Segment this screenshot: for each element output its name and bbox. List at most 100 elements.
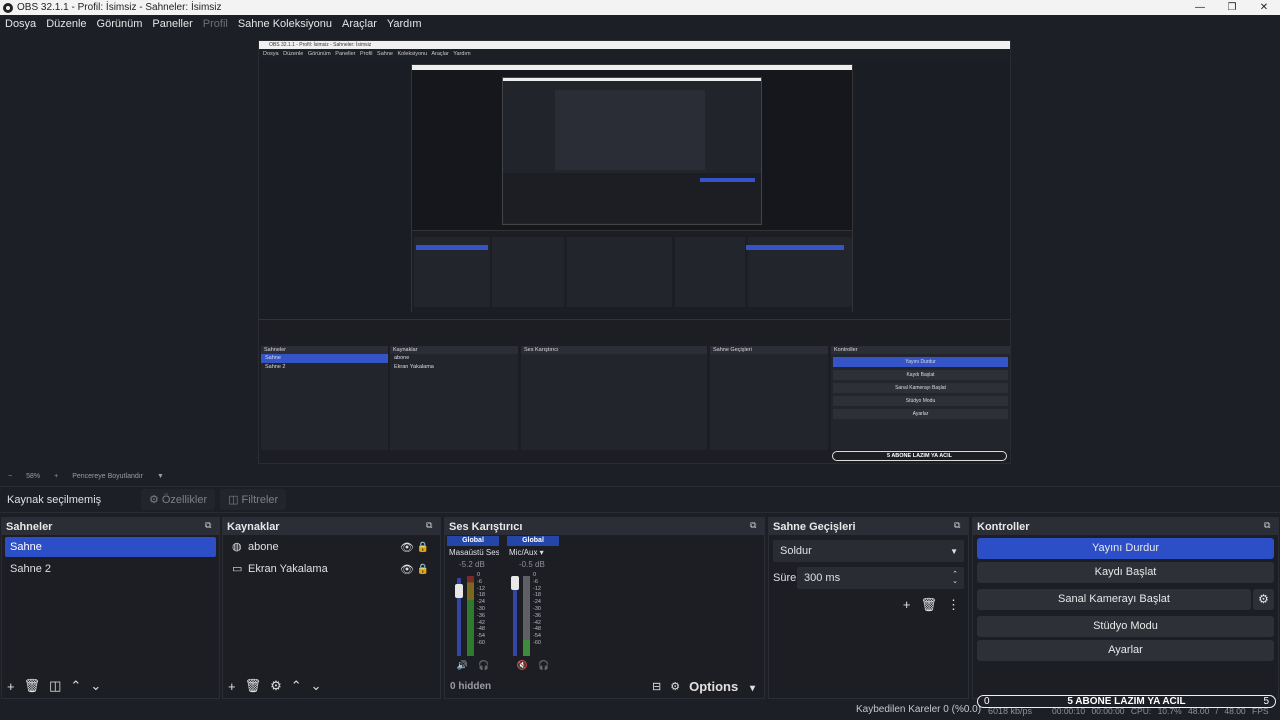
gear-icon[interactable]: ⚙ [270, 678, 282, 694]
preview-scenes-dock: Sahneler Sahne Sahne 2 [261, 346, 388, 450]
move-up-icon[interactable]: ⌃ [291, 678, 302, 694]
duration-spinbox[interactable]: 300 ms ⌃ ⌄ [797, 567, 964, 589]
preview-window-title: OBS 32.1.1 - Profil: İsimsiz - Sahneler:… [259, 41, 1010, 49]
speaker-icon[interactable]: 🔊 [457, 660, 468, 674]
close-button[interactable]: ✕ [1248, 0, 1280, 15]
menu-paneller[interactable]: Paneller [152, 18, 192, 30]
scenes-title: Sahneler [6, 520, 53, 533]
headphones-icon[interactable]: 🎧 [538, 660, 549, 674]
undock-icon[interactable]: ⧉ [750, 520, 760, 530]
channel-name[interactable]: Masaüstü Ses ▾ [447, 546, 499, 559]
start-virtual-camera-button[interactable]: Sanal Kamerayı Başlat [977, 589, 1251, 610]
scene-item[interactable]: Sahne [5, 537, 216, 557]
controls-dock-header: Kontroller ⧉ [973, 518, 1278, 535]
studio-mode-button[interactable]: Stüdyo Modu [977, 616, 1274, 637]
sources-dock: Kaynaklar ⧉ ◍ abone 👁 🔒 ▭ Ekran Yakalama… [222, 517, 441, 699]
duration-label: Süre [773, 572, 797, 584]
add-scene-icon[interactable]: + [7, 679, 15, 694]
add-icon[interactable]: + [903, 597, 911, 613]
meter-ticks: 0 -6 -12 -18 -24 -30 -36 -42 -48 -54 -60 [533, 572, 541, 646]
filters-label: Filtreler [241, 493, 279, 506]
preview-deep-window [502, 77, 762, 225]
filter-icon[interactable]: ◫ [49, 678, 61, 694]
menu-gorunum[interactable]: Görünüm [97, 18, 143, 30]
menu-araclar[interactable]: Araçlar [342, 18, 377, 30]
undock-icon[interactable]: ⧉ [205, 520, 215, 530]
preview-canvas[interactable]: OBS 32.1.1 - Profil: İsimsiz - Sahneler:… [258, 40, 1011, 464]
gear-icon[interactable]: ⚙ [670, 680, 680, 693]
mixer-title: Ses Karıştırıcı [449, 520, 523, 533]
add-source-icon[interactable]: + [228, 679, 236, 694]
mixer-channel-mic: Global Mic/Aux ▾ -0.5 dB 0 -6 -12 -18 -24 -30… [507, 536, 559, 674]
scenes-dock-header: Sahneler ⧉ [2, 518, 219, 535]
source-label: abone [248, 541, 279, 553]
eye-icon[interactable]: 👁 [400, 563, 414, 576]
transition-select[interactable]: Soldur ▼ [773, 540, 964, 562]
minimize-button[interactable]: — [1184, 0, 1216, 15]
preview-nested-canvas [259, 59, 1010, 319]
headphones-icon[interactable]: 🎧 [478, 660, 489, 674]
properties-button[interactable]: ⚙ Özellikler [141, 489, 216, 510]
trash-icon[interactable]: 🗑 [24, 678, 41, 694]
lock-icon[interactable]: 🔒 [417, 564, 429, 575]
scenes-footer: + 🗑 ◫ ⌃ ⌄ [2, 674, 219, 698]
volume-meter[interactable]: 0 -6 -12 -18 -24 -30 -36 -42 -48 -54 -60 [455, 572, 497, 656]
stop-stream-button[interactable]: Yayını Durdur [977, 538, 1274, 559]
transitions-dock-header: Sahne Geçişleri ⧉ [769, 518, 968, 535]
transition-type: Soldur [780, 545, 812, 557]
preview-sources-dock: Kaynaklar abone Ekran Yakalama [390, 346, 518, 450]
global-badge: Global [447, 536, 499, 546]
menu-yardim[interactable]: Yardım [387, 18, 422, 30]
menu-dosya[interactable]: Dosya [5, 18, 36, 30]
filters-button[interactable]: ◫ Filtreler [220, 489, 287, 510]
maximize-button[interactable]: ❐ [1216, 0, 1248, 15]
source-label: Ekran Yakalama [248, 563, 328, 575]
preview-area: OBS 32.1.1 - Profil: İsimsiz - Sahneler:… [0, 33, 1280, 469]
zoom-out-button[interactable]: − [8, 473, 12, 480]
monitor-icon: ▭ [232, 563, 243, 575]
trash-icon[interactable]: 🗑 [920, 597, 937, 613]
chevron-down-icon[interactable]: ▼ [157, 473, 164, 480]
overlay-text: 5 ABONE LAZIM YA ACIL [1067, 696, 1186, 707]
source-item[interactable]: ◍ abone 👁 🔒 [226, 537, 437, 557]
scene-item[interactable]: Sahne 2 [5, 559, 216, 579]
trash-icon[interactable]: 🗑 [245, 678, 262, 694]
menu-sahne-koleksiyonu[interactable]: Sahne Koleksiyonu [238, 18, 332, 30]
spin-arrows-icon[interactable]: ⌃ ⌄ [952, 571, 958, 585]
zoom-mode-select[interactable]: Pencereye Boyutlandır [72, 473, 143, 480]
move-up-icon[interactable]: ⌃ [70, 678, 81, 694]
menu-duzenle[interactable]: Düzenle [46, 18, 86, 30]
level-bar [523, 576, 530, 656]
lock-icon[interactable]: 🔒 [417, 542, 429, 553]
menu-profil[interactable]: Profil [203, 18, 228, 30]
mixer-dock: Ses Karıştırıcı ⧉ Global Masaüstü Ses ▾ … [444, 517, 765, 699]
gear-icon[interactable]: ⚙ [1253, 589, 1274, 610]
undock-icon[interactable]: ⧉ [954, 520, 964, 530]
options-button[interactable]: Options ▾ [689, 679, 755, 694]
volume-knob[interactable] [455, 584, 463, 598]
scenes-dock: Sahneler ⧉ Sahne Sahne 2 + 🗑 ◫ ⌃ ⌄ [1, 517, 220, 699]
menu-bar: Dosya Düzenle Görünüm Paneller Profil Sa… [0, 15, 1280, 33]
undock-icon[interactable]: ⧉ [426, 520, 436, 530]
muted-speaker-icon[interactable]: 🔇 [517, 660, 528, 674]
channel-name[interactable]: Mic/Aux ▾ [507, 546, 559, 559]
zoom-in-button[interactable]: + [54, 473, 58, 480]
channel-db: -0.5 dB [519, 560, 545, 569]
volume-meter[interactable]: 0 -6 -12 -18 -24 -30 -36 -42 -48 -54 -60 [511, 572, 553, 656]
preview-abone-overlay: 5 ABONE LAZIM YA ACIL [832, 451, 1007, 461]
move-down-icon[interactable]: ⌄ [90, 678, 101, 694]
dropped-frames: Kaybedilen Kareler 0 (%0.0) [856, 704, 982, 715]
globe-icon: ◍ [232, 541, 242, 553]
preview-nested-window [411, 64, 853, 312]
more-icon[interactable]: ⋮ [947, 597, 960, 613]
source-item[interactable]: ▭ Ekran Yakalama 👁 🔒 [226, 559, 437, 579]
undock-icon[interactable]: ⧉ [1264, 520, 1274, 530]
layout-icon[interactable]: ⊟ [652, 680, 661, 693]
volume-knob[interactable] [511, 576, 519, 590]
eye-icon[interactable]: 👁 [400, 541, 414, 554]
settings-button[interactable]: Ayarlar [977, 640, 1274, 661]
move-down-icon[interactable]: ⌄ [311, 678, 322, 694]
start-recording-button[interactable]: Kaydı Başlat [977, 562, 1274, 583]
transitions-dock: Sahne Geçişleri ⧉ Soldur ▼ Süre 300 ms ⌃… [768, 517, 969, 699]
mixer-footer: 0 hidden ⊟ ⚙ Options ▾ [445, 674, 764, 698]
